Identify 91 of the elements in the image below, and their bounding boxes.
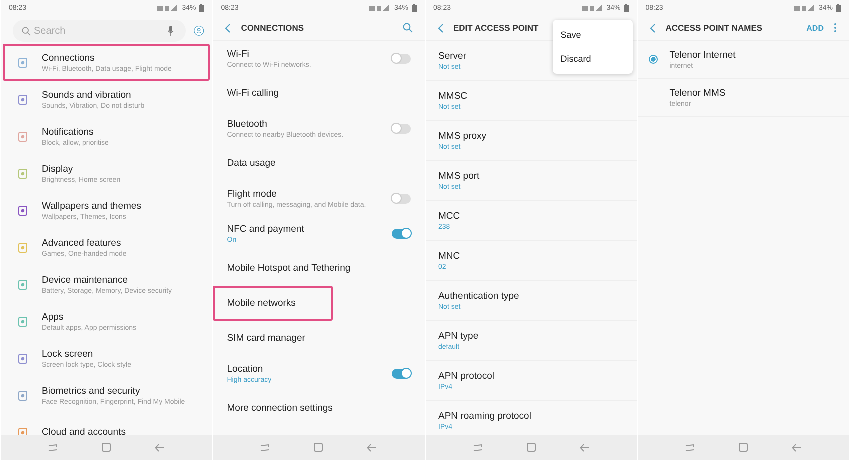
connection-item[interactable]: More connection settings	[213, 391, 424, 426]
search-field[interactable]: Search	[13, 20, 186, 42]
battery-icon	[624, 4, 629, 12]
connection-item[interactable]: Wi-Fi calling	[213, 76, 424, 111]
category-icon	[17, 130, 29, 142]
field-label: APN roaming protocol	[438, 410, 532, 422]
screen-title: EDIT ACCESS POINT	[454, 23, 539, 33]
toggle-switch[interactable]	[392, 194, 410, 204]
back-icon[interactable]	[650, 24, 656, 32]
field-label: APN protocol	[438, 370, 494, 382]
toggle-switch[interactable]	[392, 368, 410, 378]
category-icon	[17, 168, 29, 180]
item-title: Advanced features	[42, 238, 122, 248]
signal-icon	[157, 4, 180, 12]
item-title: Data usage	[227, 158, 276, 169]
connection-item[interactable]: Data usage	[213, 146, 424, 181]
category-icon	[17, 56, 29, 68]
toggle-switch[interactable]	[392, 124, 410, 134]
category-icon	[17, 426, 29, 435]
item-title: Display	[42, 164, 74, 174]
field-label: MCC	[438, 210, 460, 222]
connection-item[interactable]: Mobile networks	[213, 286, 332, 321]
field-label: MMSC	[438, 90, 468, 102]
category-icon	[17, 94, 29, 106]
category-icon	[17, 352, 29, 364]
category-icon	[17, 242, 29, 254]
battery-icon	[412, 4, 416, 12]
connection-item[interactable]: Mobile Hotspot and Tethering	[213, 251, 424, 286]
signal-icon	[369, 4, 392, 12]
item-title: Notifications	[42, 126, 94, 138]
field-label: APN type	[438, 330, 479, 342]
search-icon[interactable]	[402, 23, 412, 33]
radio-button[interactable]	[648, 55, 658, 64]
item-title: Location	[227, 364, 264, 374]
back-icon[interactable]	[225, 24, 232, 32]
item-title: Bluetooth	[227, 118, 268, 130]
field-label: Authentication type	[438, 290, 520, 302]
item-title: Wallpapers and themes	[42, 200, 142, 212]
item-title: Telenor MMS	[670, 88, 726, 98]
item-title: SIM card manager	[227, 333, 306, 344]
field-label: MMS port	[438, 170, 480, 182]
toggle-switch[interactable]	[392, 54, 410, 64]
category-icon	[17, 390, 29, 402]
item-title: Wi-Fi calling	[227, 88, 279, 99]
recents-icon[interactable]	[472, 444, 483, 452]
battery-icon	[199, 4, 204, 12]
back-icon[interactable]	[580, 444, 590, 452]
item-title: Cloud and accounts	[42, 427, 126, 435]
item-title: Telenor Internet	[670, 50, 736, 60]
home-icon[interactable]	[314, 443, 324, 452]
item-title: Sounds and vibration	[42, 90, 132, 100]
item-title: Mobile networks	[227, 298, 296, 309]
back-icon[interactable]	[438, 24, 444, 32]
back-icon[interactable]	[792, 444, 802, 452]
item-title: Mobile Hotspot and Tethering	[227, 263, 351, 274]
home-icon[interactable]	[526, 443, 536, 452]
item-title: Wi-Fi	[227, 48, 250, 60]
item-title: Connections	[42, 52, 95, 64]
back-icon[interactable]	[155, 444, 166, 452]
signal-icon	[794, 4, 816, 12]
item-title: Device maintenance	[42, 274, 128, 286]
back-icon[interactable]	[367, 444, 378, 452]
item-title: More connection settings	[227, 403, 333, 414]
toggle-switch[interactable]	[392, 228, 410, 238]
field-label: MMS proxy	[438, 130, 487, 142]
battery-icon	[836, 4, 841, 12]
recents-icon[interactable]	[260, 444, 270, 452]
field-label: Server	[438, 50, 466, 62]
home-icon[interactable]	[102, 443, 112, 452]
item-title: Biometrics and security	[42, 386, 140, 396]
connection-item[interactable]: SIM card manager	[213, 321, 424, 356]
item-title: Apps	[42, 312, 64, 322]
category-icon	[17, 278, 29, 290]
recents-icon[interactable]	[48, 444, 58, 452]
category-icon	[17, 204, 29, 216]
item-title: NFC and payment	[227, 224, 304, 234]
microphone-icon[interactable]	[168, 26, 174, 36]
screen-title: CONNECTIONS	[241, 23, 304, 33]
category-icon	[17, 316, 29, 328]
search-icon	[22, 26, 31, 36]
menu-item[interactable]: Discard	[552, 47, 633, 71]
recents-icon[interactable]	[684, 444, 695, 452]
home-icon[interactable]	[738, 443, 748, 452]
item-title: Flight mode	[227, 188, 277, 200]
field-label: MNC	[438, 250, 460, 262]
signal-icon	[582, 4, 604, 12]
settings-item[interactable]: Cloud and accounts	[3, 414, 210, 435]
item-title: Lock screen	[42, 348, 94, 360]
screen-title: ACCESS POINT NAMES	[666, 23, 763, 33]
more-options-icon[interactable]	[834, 23, 837, 33]
menu-item[interactable]: Save	[552, 23, 633, 47]
